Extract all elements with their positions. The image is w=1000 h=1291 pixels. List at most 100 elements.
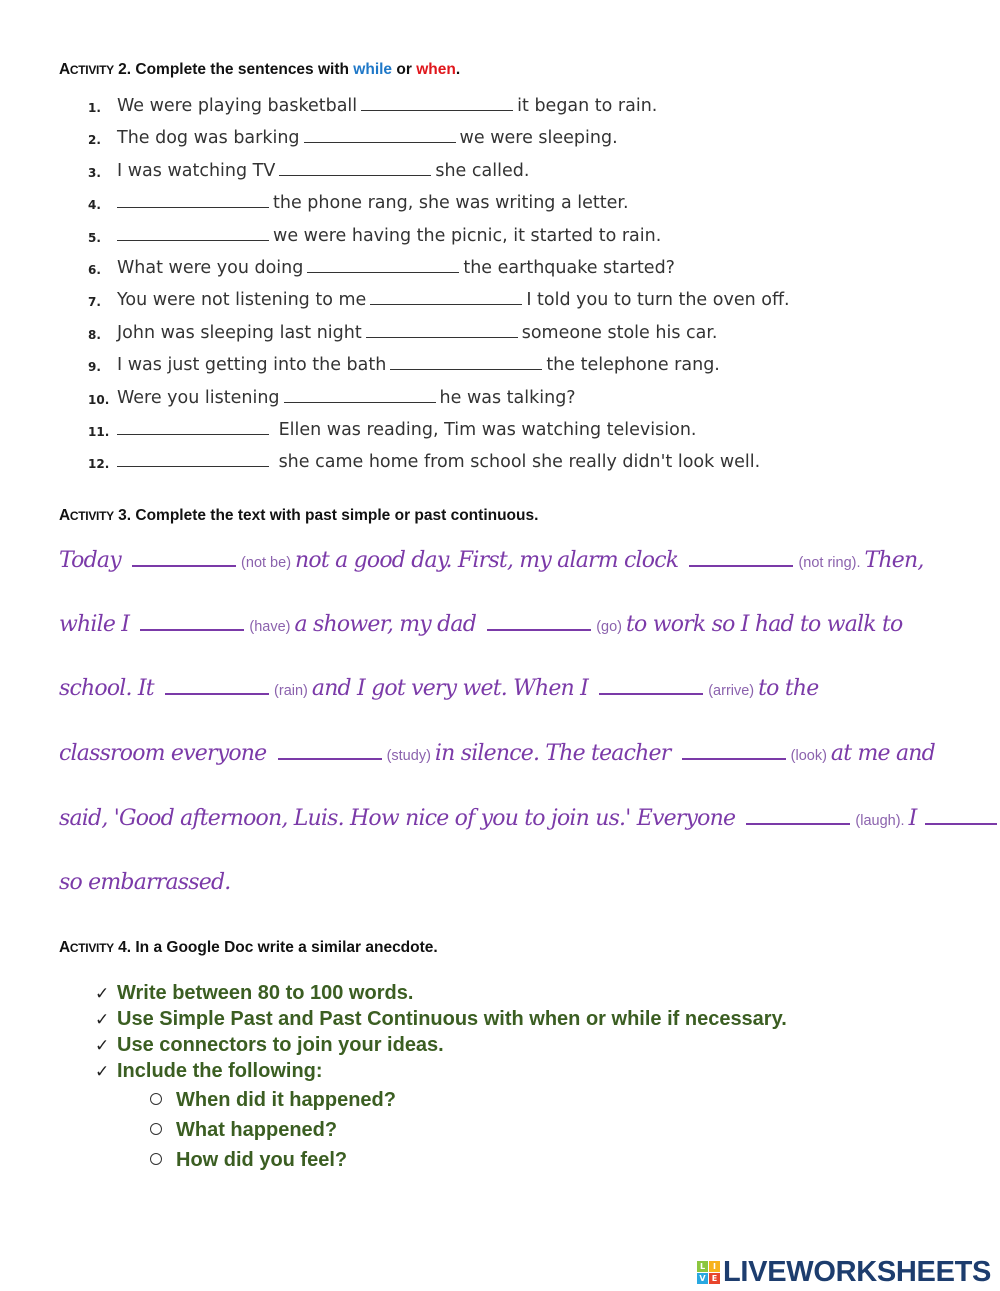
story-text: Then, [864,548,925,573]
story-text: not a good day. First, my alarm clock [295,548,679,573]
story-text: at me and [830,741,936,766]
story-text: said, 'Good afternoon, Luis. How nice of… [59,806,736,831]
sentence-text: she came home from school she really did… [117,452,760,472]
story-text: and I got very wet. When I [311,676,589,701]
item-number: 2. [88,133,101,148]
answer-blank[interactable] [390,355,543,371]
sentence-before: John was sleeping last night [117,322,362,343]
sentence-before: I was just getting into the bath [117,355,387,376]
sentence-after: it began to rain. [517,96,658,116]
item-number: 6. [88,263,101,277]
activity-label: ACTIVITY [59,507,114,524]
story-text: a shower, my dad [294,612,477,637]
story-line: Today (not be) not a good day. First, my … [59,548,924,573]
logo-tile: L [697,1261,708,1272]
activity-number: 3. [118,507,132,524]
answer-blank[interactable] [487,615,592,631]
answer-blank[interactable] [365,323,518,338]
logo-tile: E [709,1273,720,1284]
checkmark-icon: ✓ [95,1036,110,1055]
story-line: classroom everyone (study) in silence. Th… [59,741,936,766]
sentence-text: we were having the picnic, it started to… [117,226,661,246]
sentence-before: I was watching TV [117,160,276,181]
answer-blank[interactable] [117,420,269,435]
sentence-before: The dog was barking [117,128,300,149]
sentence-text: You were not listening to me I told you t… [117,290,790,310]
activity-number: 4. [118,939,132,956]
checklist-text: Use Simple Past and Past Continuous with… [117,1008,787,1030]
logo-tiles-icon: L I V E [697,1261,720,1284]
item-number: 8. [88,327,101,342]
answer-blank[interactable] [117,452,269,468]
logo-text: LIVEWORKSHEETS [723,1256,992,1288]
sentence-after: she came home from school she really did… [273,452,761,473]
story-text: school. It [59,676,155,701]
verb-hint: (not ring). [798,555,861,571]
verb-hint: (rain) [274,683,308,699]
sub-item-text: When did it happened? [176,1089,396,1111]
circle-bullet-icon [150,1153,162,1165]
activity-instruction: Complete the sentences with [135,61,349,78]
sentence-after: the telephone rang. [546,355,720,376]
logo-tile: V [697,1273,708,1284]
answer-blank[interactable] [599,679,704,695]
period: . [455,61,461,78]
answer-blank[interactable] [132,551,237,567]
sentence-text: the phone rang, she was writing a letter… [117,193,629,213]
item-number: 12. [88,457,110,472]
answer-blank[interactable] [117,193,269,209]
sentence-after: we were having the picnic, it started to… [273,225,662,246]
sentence-before: What were you doing [117,258,304,278]
sentence-after: I told you to turn the oven off. [526,290,790,311]
answer-blank[interactable] [140,615,245,631]
verb-hint: (have) [249,619,291,635]
story-text: to work so I had to walk to [626,612,903,637]
checklist-item: ✓ Use Simple Past and Past Continuous wit… [95,1008,787,1031]
sentence-text: What were you doing the earthquake starte… [117,258,675,278]
item-number: 9. [88,360,101,375]
sentence-after: she called. [435,160,530,181]
logo-tile: I [709,1261,720,1272]
sentence-text: John was sleeping last night someone stol… [117,323,718,343]
item-number: 3. [88,165,101,180]
sentence-text: We were playing basketball it began to ra… [117,96,657,116]
answer-blank[interactable] [370,290,523,306]
item-number: 10. [88,392,110,407]
word-when: when [416,61,456,78]
sentence-text: I was just getting into the bath the tele… [117,355,720,375]
item-number: 7. [88,295,101,310]
answer-blank[interactable] [303,128,456,144]
sentence-after: the earthquake started? [463,258,675,278]
sub-item: What happened? [150,1119,337,1142]
checklist-text: Include the following: [117,1060,323,1082]
answer-blank[interactable] [689,551,794,567]
answer-blank[interactable] [279,161,432,176]
story-line: so embarrassed. [59,870,231,895]
verb-hint: (laugh). [855,813,905,829]
story-text: classroom everyone [59,741,267,766]
answer-blank[interactable] [117,226,269,241]
sentence-text: I was watching TV she called. [117,161,529,181]
checklist-item: ✓ Write between 80 to 100 words. [95,982,413,1005]
answer-blank[interactable] [283,388,436,403]
answer-blank[interactable] [924,809,997,825]
answer-blank[interactable] [277,744,382,760]
sentence-after: the phone rang, she was writing a letter… [273,193,629,214]
verb-hint: (not be) [241,555,292,571]
sub-item-text: How did you feel? [176,1149,348,1171]
sub-item: How did you feel? [150,1149,347,1172]
answer-blank[interactable] [307,258,460,273]
story-text: so embarrassed. [59,870,231,895]
answer-blank[interactable] [746,809,851,825]
activity-number: 2. [118,61,132,78]
sub-item-text: What happened? [176,1119,338,1141]
sentence-text: The dog was barking we were sleeping. [117,128,618,148]
activity-label: ACTIVITY [59,61,114,78]
answer-blank[interactable] [681,744,786,760]
liveworksheets-logo: L I V E LIVEWORKSHEETS [697,1256,991,1289]
answer-blank[interactable] [361,96,514,111]
checklist-text: Use connectors to join your ideas. [117,1034,444,1056]
answer-blank[interactable] [165,679,270,695]
checklist-item: ✓ Use connectors to join your ideas. [95,1034,444,1057]
checkmark-icon: ✓ [95,1062,110,1081]
